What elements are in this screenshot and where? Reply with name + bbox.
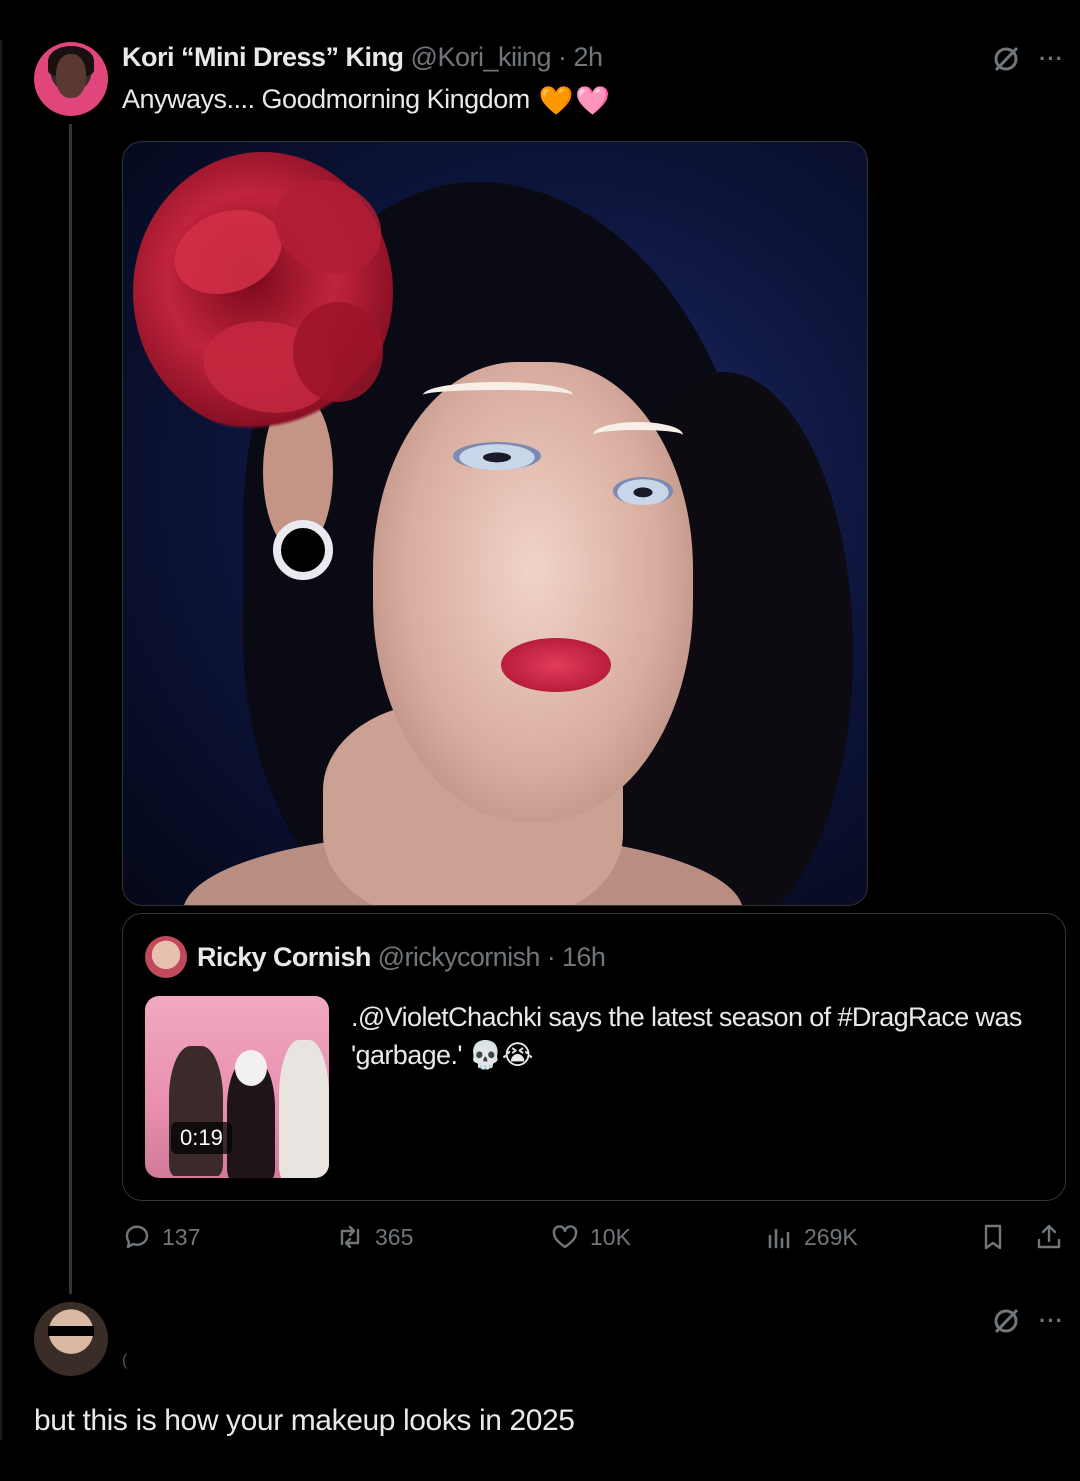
heart-icon	[552, 1225, 578, 1249]
quoted-tweet-header: Ricky Cornish @rickycornish · 16h	[197, 942, 606, 973]
author-handle-time[interactable]: @Kori_kiing · 2h	[411, 42, 604, 72]
flower-petal	[162, 195, 294, 309]
left-border	[0, 40, 2, 1440]
tweet-header: Kori “Mini Dress” King @Kori_kiing · 2h	[122, 42, 603, 73]
bookmark-button[interactable]	[978, 1222, 1008, 1252]
reply-top-actions: ···	[991, 1306, 1064, 1336]
video-duration-badge: 0:19	[171, 1122, 232, 1154]
thumbnail-figure	[279, 1040, 329, 1178]
views-button[interactable]: 269K	[764, 1222, 858, 1252]
quoted-author-avatar[interactable]	[145, 936, 187, 978]
bookmark-icon	[984, 1224, 1002, 1250]
avatar-face	[56, 54, 86, 98]
thread-connector-line	[69, 124, 72, 1294]
flower-petal	[293, 302, 383, 402]
reply-author-avatar[interactable]	[34, 1302, 108, 1376]
retweet-icon	[340, 1225, 360, 1249]
quoted-author-name[interactable]: Ricky Cornish	[197, 942, 371, 972]
photo-earring	[273, 520, 333, 580]
view-count: 269K	[804, 1223, 858, 1250]
photo-brow-left	[423, 382, 573, 408]
quoted-video-thumbnail[interactable]: 0:19	[145, 996, 329, 1178]
quoted-tweet-text: .@VioletChachki says the latest season o…	[351, 1002, 1022, 1070]
quoted-author-handle-time[interactable]: @rickycornish · 16h	[378, 942, 606, 972]
photo-eye-right	[613, 477, 673, 505]
photo-flower	[133, 152, 397, 432]
analytics-icon	[768, 1228, 790, 1249]
author-avatar[interactable]	[34, 42, 108, 116]
grok-icon[interactable]	[991, 44, 1021, 74]
reply-icon	[125, 1225, 149, 1249]
photo-lips	[501, 638, 611, 692]
tweet-text-content: Anyways.... Goodmorning Kingdom	[122, 84, 530, 114]
quoted-tweet-card[interactable]: Ricky Cornish @rickycornish · 16h 0:19 .…	[122, 913, 1066, 1201]
grok-icon[interactable]	[991, 1306, 1021, 1336]
retweet-count: 365	[375, 1223, 414, 1250]
reply-handle-marker: (	[122, 1352, 128, 1369]
more-options-icon[interactable]: ···	[1039, 46, 1064, 72]
reply-button[interactable]: 137	[122, 1222, 200, 1252]
tweet-action-bar: 137 365 10K 269K	[122, 1222, 1066, 1266]
retweet-button[interactable]: 365	[335, 1222, 413, 1252]
thumbnail-figure	[169, 1046, 223, 1176]
more-options-icon[interactable]: ···	[1039, 1308, 1064, 1334]
reply-tweet-text: but this is how your makeup looks in 202…	[34, 1404, 575, 1437]
author-display-name[interactable]: Kori “Mini Dress” King	[122, 42, 404, 72]
photo-eye-left	[453, 442, 541, 470]
thumbnail-figure-head	[235, 1050, 267, 1086]
pink-heart-emoji: 🩷	[575, 85, 610, 117]
like-count: 10K	[590, 1223, 631, 1250]
like-button[interactable]: 10K	[550, 1222, 631, 1252]
tweet-top-actions: ···	[991, 44, 1064, 74]
flower-petal	[259, 162, 397, 292]
share-icon	[1037, 1224, 1061, 1249]
photo-brow-right	[593, 422, 683, 448]
share-button[interactable]	[1034, 1222, 1064, 1252]
tweet-text: Anyways.... Goodmorning Kingdom 🧡🩷	[122, 84, 610, 117]
tweet-photo[interactable]	[122, 141, 868, 906]
reply-count: 137	[162, 1223, 201, 1250]
avatar-censor-bar	[48, 1326, 94, 1336]
orange-heart-emoji: 🧡	[538, 85, 574, 117]
